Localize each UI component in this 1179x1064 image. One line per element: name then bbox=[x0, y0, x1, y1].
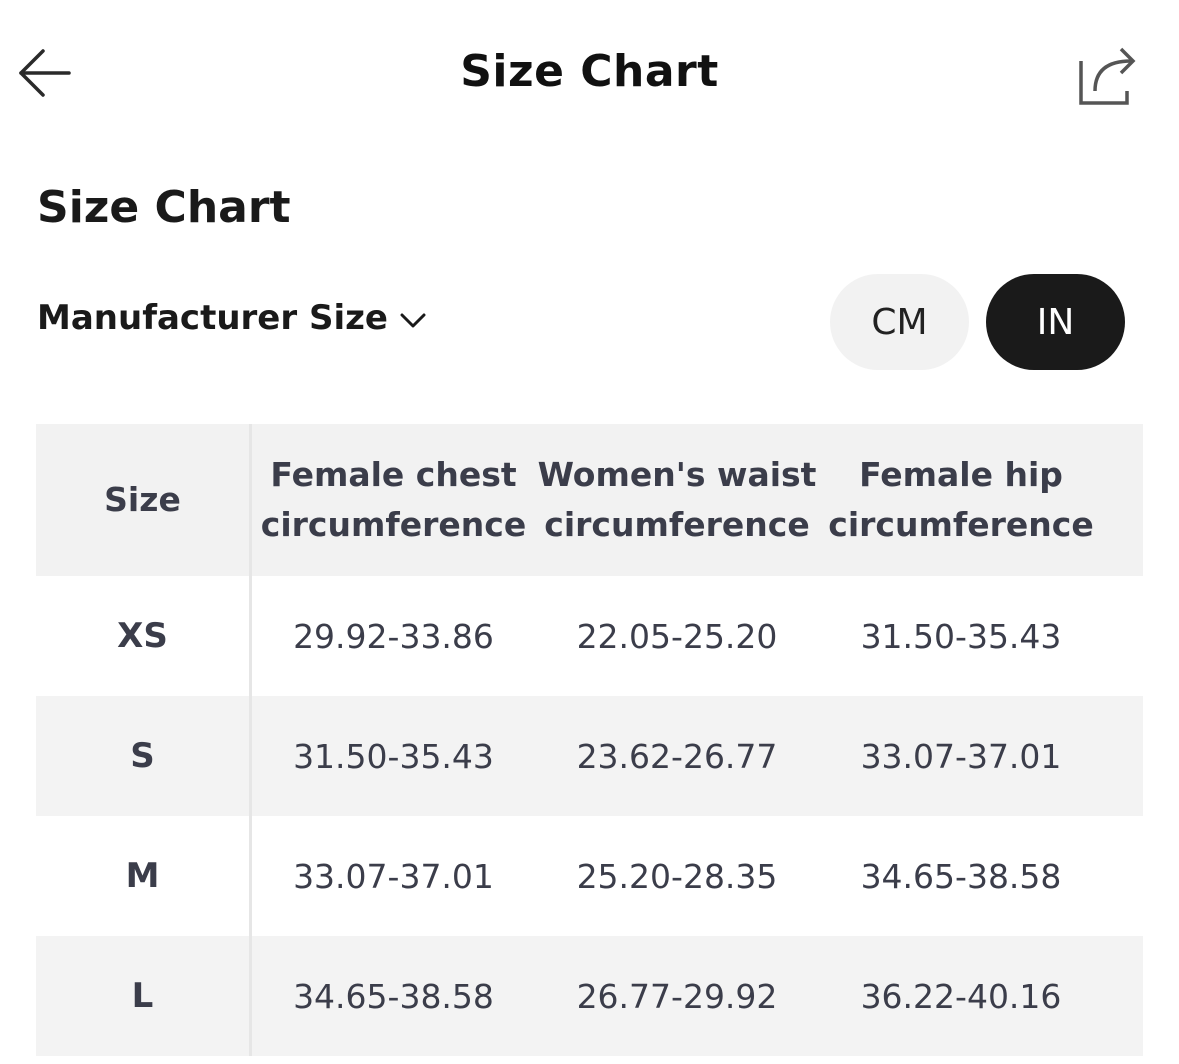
size-cell: L bbox=[36, 936, 252, 1056]
chest-cell: 34.65-38.58 bbox=[293, 976, 494, 1016]
table-row: M 33.07-37.01 25.20-28.35 34.65-38.58 bbox=[36, 816, 1143, 936]
unit-in-button[interactable]: IN bbox=[986, 274, 1125, 370]
header-waist: Women's waist circumference bbox=[537, 455, 817, 544]
share-icon bbox=[1075, 45, 1137, 111]
header-chest: Female chest circumference bbox=[260, 455, 527, 544]
table-row: XS 29.92-33.86 22.05-25.20 31.50-35.43 bbox=[36, 576, 1143, 696]
hip-cell: 31.50-35.43 bbox=[860, 616, 1062, 656]
header-size: Size bbox=[36, 424, 252, 576]
size-cell: S bbox=[36, 696, 252, 816]
chevron-down-icon bbox=[400, 313, 426, 329]
share-button[interactable] bbox=[1068, 40, 1144, 116]
chest-cell: 33.07-37.01 bbox=[293, 856, 494, 896]
table-row: L 34.65-38.58 26.77-29.92 36.22-40.16 bbox=[36, 936, 1143, 1056]
waist-cell: 25.20-28.35 bbox=[576, 856, 778, 896]
size-type-dropdown[interactable]: Manufacturer Size bbox=[37, 298, 426, 338]
table-row: S 31.50-35.43 23.62-26.77 33.07-37.01 bbox=[36, 696, 1143, 816]
size-cell: XS bbox=[36, 576, 252, 696]
hip-cell: 33.07-37.01 bbox=[860, 736, 1062, 776]
unit-cm-button[interactable]: CM bbox=[830, 274, 969, 370]
chest-cell: 29.92-33.86 bbox=[293, 616, 494, 656]
size-type-label: Manufacturer Size bbox=[37, 298, 388, 338]
waist-cell: 26.77-29.92 bbox=[576, 976, 778, 1016]
size-table: Size Female chest circumference Women's … bbox=[36, 424, 1143, 1056]
hip-cell: 36.22-40.16 bbox=[860, 976, 1062, 1016]
chest-cell: 31.50-35.43 bbox=[293, 736, 494, 776]
waist-cell: 23.62-26.77 bbox=[576, 736, 778, 776]
size-cell: M bbox=[36, 816, 252, 936]
section-title: Size Chart bbox=[37, 182, 291, 233]
top-navigation-bar: Size Chart bbox=[0, 0, 1179, 150]
table-header-row: Size Female chest circumference Women's … bbox=[36, 424, 1143, 576]
hip-cell: 34.65-38.58 bbox=[860, 856, 1062, 896]
waist-cell: 22.05-25.20 bbox=[576, 616, 778, 656]
page-title: Size Chart bbox=[460, 46, 719, 97]
header-hip: Female hip circumference bbox=[828, 455, 1094, 544]
